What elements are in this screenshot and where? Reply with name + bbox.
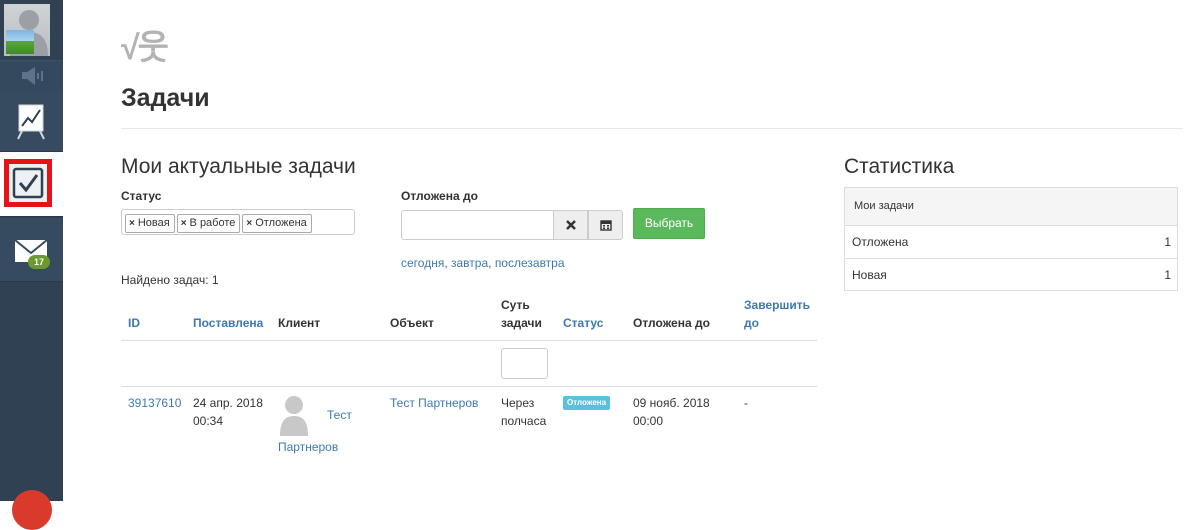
stats-row[interactable]: Отложена 1 xyxy=(845,226,1177,259)
clear-date-button[interactable] xyxy=(553,210,588,240)
remove-tag-icon[interactable]: × xyxy=(246,218,252,229)
logo: √웃 xyxy=(121,29,169,67)
sidebar: 17 xyxy=(0,0,63,530)
chart-board-icon xyxy=(17,104,45,140)
status-badge: Отложена xyxy=(563,396,611,410)
page-title: Задачи xyxy=(121,84,210,112)
link-tomorrow[interactable]: завтра xyxy=(451,256,488,270)
sound-toggle[interactable] xyxy=(0,60,63,92)
avatar-thumbnail xyxy=(6,30,34,54)
messages-badge: 17 xyxy=(28,255,50,269)
divider xyxy=(121,128,1183,129)
close-icon xyxy=(565,219,576,230)
task-essence: Через полчаса xyxy=(501,396,547,428)
select-button[interactable]: Выбрать xyxy=(633,208,705,239)
task-created: 24 апр. 2018 00:34 xyxy=(193,396,263,428)
task-id-link[interactable]: 39137610 xyxy=(128,394,181,412)
remove-tag-icon[interactable]: × xyxy=(181,218,187,229)
column-id[interactable]: ID xyxy=(128,314,140,332)
checkbox-icon xyxy=(12,167,44,199)
object-link[interactable]: Тест Партнеров xyxy=(390,394,478,412)
stats-row[interactable]: Новая 1 xyxy=(845,259,1177,291)
bottom-action-icon[interactable] xyxy=(12,490,52,530)
status-tag[interactable]: × Новая xyxy=(125,214,175,233)
stats-panel-title: Мои задачи xyxy=(845,188,1177,226)
stats-section-title: Статистика xyxy=(844,155,955,178)
calendar-icon xyxy=(599,220,612,231)
status-filter-label: Статус xyxy=(121,189,162,203)
column-complete-by[interactable]: Завершить до xyxy=(744,296,810,332)
link-day-after-tomorrow[interactable]: послезавтра xyxy=(495,256,565,270)
quick-date-links: сегодня, завтра, послезавтра xyxy=(401,256,565,270)
task-complete-by: - xyxy=(744,396,748,410)
column-object: Объект xyxy=(390,316,434,330)
column-client: Клиент xyxy=(278,316,321,330)
column-postponed: Отложена до xyxy=(633,316,710,330)
table-header-line xyxy=(121,340,817,341)
remove-tag-icon[interactable]: × xyxy=(129,218,135,229)
tasks-section-title: Мои актуальные задачи xyxy=(121,155,356,178)
sidebar-item-reports[interactable] xyxy=(0,91,63,152)
status-filter-input[interactable]: × Новая × В работе × Отложена xyxy=(121,209,355,235)
essence-filter-input[interactable] xyxy=(501,348,548,379)
mail-icon xyxy=(14,239,48,262)
column-created[interactable]: Поставлена xyxy=(193,314,263,332)
column-essence: Суть задачи xyxy=(501,298,542,330)
stats-panel: Мои задачи Отложена 1 Новая 1 xyxy=(844,187,1178,291)
calendar-button[interactable] xyxy=(588,210,623,240)
sidebar-item-tasks-highlight[interactable] xyxy=(4,159,52,207)
table-filter-line xyxy=(121,386,817,387)
postponed-filter-label: Отложена до xyxy=(401,189,478,203)
sound-icon xyxy=(22,67,43,85)
link-today[interactable]: сегодня xyxy=(401,256,444,270)
user-avatar[interactable] xyxy=(4,4,50,56)
column-status[interactable]: Статус xyxy=(563,314,603,332)
status-tag[interactable]: × В работе xyxy=(176,214,241,233)
client-avatar-icon xyxy=(280,396,308,436)
postponed-date-input[interactable] xyxy=(401,210,554,240)
client-link-first[interactable]: Тест xyxy=(327,406,352,424)
status-tag[interactable]: × Отложена xyxy=(242,214,312,233)
task-postponed: 09 нояб. 2018 00:00 xyxy=(633,396,710,428)
found-count: Найдено задач: 1 xyxy=(121,273,219,287)
sidebar-item-messages[interactable] xyxy=(0,218,63,282)
client-link-second[interactable]: Партнеров xyxy=(278,438,338,456)
